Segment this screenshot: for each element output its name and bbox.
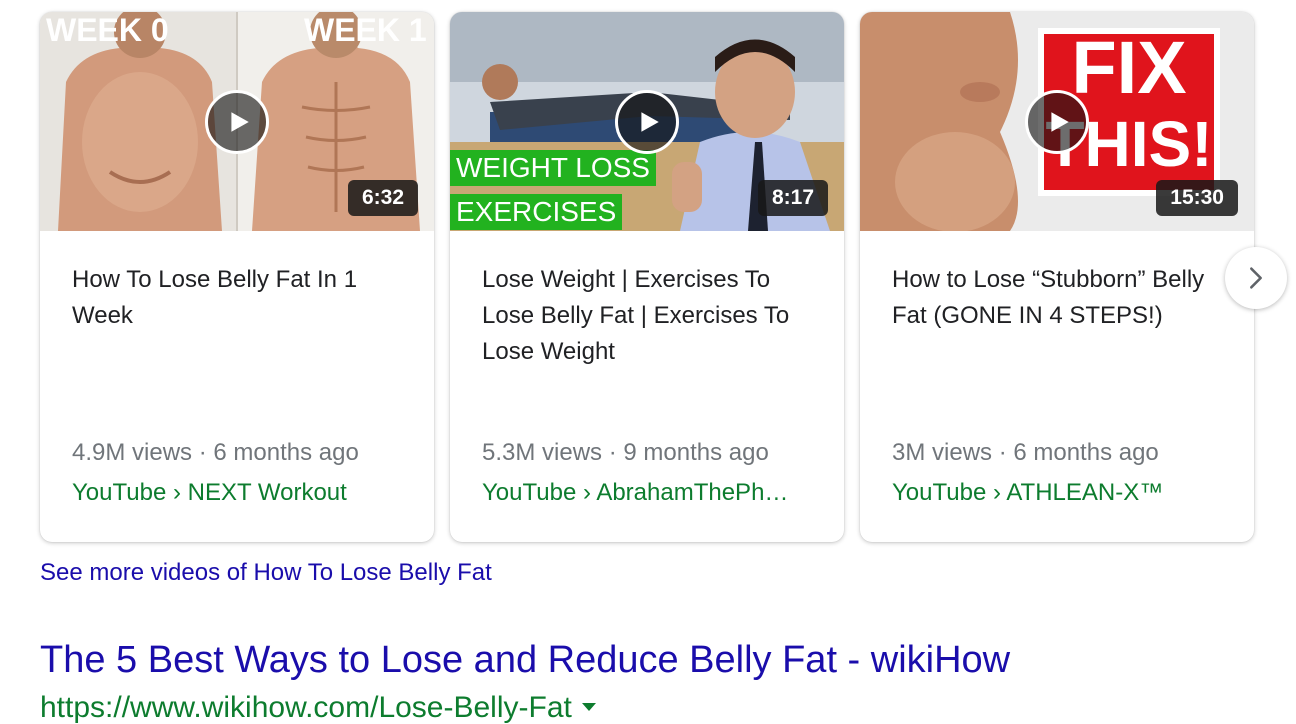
caret-down-icon[interactable] <box>581 703 596 712</box>
carousel-next-button[interactable] <box>1225 247 1287 309</box>
video-meta: 3M views · 6 months ago <box>892 439 1159 466</box>
video-card[interactable]: WEIGHT LOSS EXERCISES 8:17 Lose Weight |… <box>450 12 844 542</box>
play-icon <box>641 112 659 132</box>
duration-badge: 15:30 <box>1156 180 1238 216</box>
result-url: https://www.wikihow.com/Lose-Belly-Fat <box>40 688 596 724</box>
video-title[interactable]: How To Lose Belly Fat In 1 Week <box>72 262 410 334</box>
video-card[interactable]: WEEK 0 WEEK 1 6:32 How To Lose Belly Fat… <box>40 12 434 542</box>
play-icon <box>1051 112 1069 132</box>
video-card[interactable]: FIX THIS! 15:30 How to Lose “Stubborn” B… <box>860 12 1254 542</box>
video-source: YouTube › NEXT Workout <box>72 479 347 506</box>
video-thumbnail[interactable]: WEIGHT LOSS EXERCISES 8:17 <box>450 12 844 231</box>
play-button[interactable] <box>615 90 679 154</box>
video-meta: 4.9M views · 6 months ago <box>72 439 359 466</box>
video-thumbnail[interactable]: WEEK 0 WEEK 1 6:32 <box>40 12 434 231</box>
play-button[interactable] <box>205 90 269 154</box>
see-more-videos-link[interactable]: See more videos of How To Lose Belly Fat <box>40 555 492 591</box>
play-button[interactable] <box>1025 90 1089 154</box>
video-thumbnail[interactable]: FIX THIS! 15:30 <box>860 12 1254 231</box>
duration-badge: 8:17 <box>757 180 828 216</box>
video-carousel: WEEK 0 WEEK 1 6:32 How To Lose Belly Fat… <box>40 12 1296 542</box>
thumbnail-overlay-text: EXERCISES <box>450 194 623 230</box>
duration-badge: 6:32 <box>347 180 418 216</box>
video-source: YouTube › ATHLEAN-X™ <box>892 479 1164 506</box>
video-source: YouTube › AbrahamThePh… <box>482 479 789 506</box>
result-url-text: https://www.wikihow.com/Lose-Belly-Fat <box>40 691 572 724</box>
play-icon <box>231 112 249 132</box>
video-title[interactable]: How to Lose “Stubborn” Belly Fat (GONE I… <box>892 262 1230 334</box>
result-title-link[interactable]: The 5 Best Ways to Lose and Reduce Belly… <box>40 632 1010 688</box>
thumbnail-overlay-text: WEEK 0 <box>46 12 169 48</box>
video-meta: 5.3M views · 9 months ago <box>482 439 769 466</box>
thumbnail-overlay-text: WEIGHT LOSS <box>450 150 656 186</box>
video-title[interactable]: Lose Weight | Exercises To Lose Belly Fa… <box>482 262 820 370</box>
thumbnail-overlay-text: WEEK 1 <box>304 12 427 48</box>
chevron-right-icon <box>1250 267 1262 289</box>
